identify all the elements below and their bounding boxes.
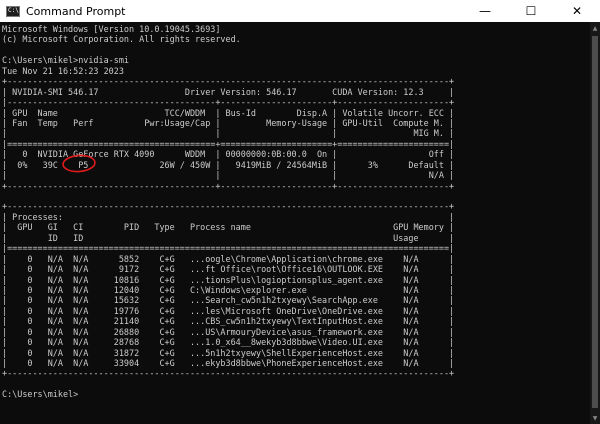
console-line: | 0 N/A N/A 28768 C+G ...1.0_x64__8wekyb… [2, 337, 455, 348]
minimize-button[interactable]: — [462, 0, 508, 22]
console-line: +---------------------------------------… [2, 180, 455, 191]
console-line: +---------------------------------------… [2, 201, 455, 212]
console-line: |=======================================… [2, 243, 455, 254]
console-line: | 0 N/A N/A 9172 C+G ...ft Office\root\O… [2, 264, 455, 275]
title-bar[interactable]: C:\ Command Prompt — ☐ ✕ [0, 0, 600, 22]
console-line: | 0 N/A N/A 26880 C+G ...US\ArmouryDevic… [2, 326, 455, 337]
console-line: | Fan Temp Perf Pwr:Usage/Cap | Memory-U… [2, 117, 455, 128]
console-line: C:\Users\mikel> [2, 389, 79, 400]
console-line: | | | MIG M. | [2, 128, 455, 139]
console-line: Tue Nov 21 16:52:23 2023 [2, 65, 124, 76]
console-line: Microsoft Windows [Version 10.0.19045.36… [2, 24, 221, 34]
console-line: | 0 N/A N/A 15632 C+G ...Search_cw5n1h2t… [2, 295, 455, 306]
console-line: | | | N/A | [2, 170, 455, 181]
close-button[interactable]: ✕ [554, 0, 600, 22]
console-line: | 0 N/A N/A 19776 C+G ...les\Microsoft O… [2, 305, 455, 316]
command-prompt-window: C:\ Command Prompt — ☐ ✕ Microsoft Windo… [0, 0, 600, 424]
console-line: | GPU Name TCC/WDDM | Bus-Id Disp.A | Vo… [2, 107, 455, 118]
window-controls: — ☐ ✕ [462, 0, 600, 22]
console-line: | 0 N/A N/A 33904 C+G ...ekyb3d8bbwe\Pho… [2, 358, 455, 368]
console-line: | 0 N/A N/A 31872 C+G ...5n1h2txyewy\She… [2, 347, 455, 358]
console-line: | 0 N/A N/A 5852 C+G ...oogle\Chrome\App… [2, 253, 455, 264]
maximize-icon: ☐ [525, 4, 537, 18]
console-line: | 0 N/A N/A 12040 C+G C:\Windows\explore… [2, 284, 455, 295]
scroll-thumb[interactable] [592, 36, 598, 408]
console-line: |---------------------------------------… [2, 97, 455, 108]
console-line: | 0% 39C P5 26W / 450W | 9419MiB / 24564… [2, 159, 455, 170]
console-line: +---------------------------------------… [2, 76, 455, 87]
window-title: Command Prompt [26, 4, 126, 18]
scroll-up-icon[interactable]: ▲ [590, 22, 600, 34]
console-line: | 0 N/A N/A 10816 C+G ...tionsPlus\logio… [2, 274, 455, 285]
console-output[interactable]: Microsoft Windows [Version 10.0.19045.36… [2, 24, 590, 424]
console-line: |=======================================… [2, 138, 455, 149]
console-line: +---------------------------------------… [2, 368, 455, 379]
minimize-icon: — [479, 4, 491, 18]
command-prompt-icon: C:\ [6, 5, 20, 17]
scroll-down-icon[interactable]: ▼ [590, 412, 600, 424]
close-icon: ✕ [571, 4, 583, 18]
console-line: | 0 N/A N/A 21140 C+G ...CBS_cw5n1h2txye… [2, 316, 455, 327]
vertical-scrollbar[interactable]: ▲ ▼ [590, 22, 600, 424]
console-line: (c) Microsoft Corporation. All rights re… [2, 34, 241, 45]
console-line: | GPU GI CI PID Type Process name GPU Me… [2, 222, 455, 233]
console-line: | NVIDIA-SMI 546.17 Driver Version: 546.… [2, 86, 455, 97]
console-line: | 0 NVIDIA GeForce RTX 4090 WDDM | 00000… [2, 149, 455, 160]
maximize-button[interactable]: ☐ [508, 0, 554, 22]
console-line: C:\Users\mikel>nvidia-smi [2, 55, 129, 66]
console-line: | Processes: | [2, 211, 455, 222]
console-line: | ID ID Usage | [2, 232, 455, 243]
